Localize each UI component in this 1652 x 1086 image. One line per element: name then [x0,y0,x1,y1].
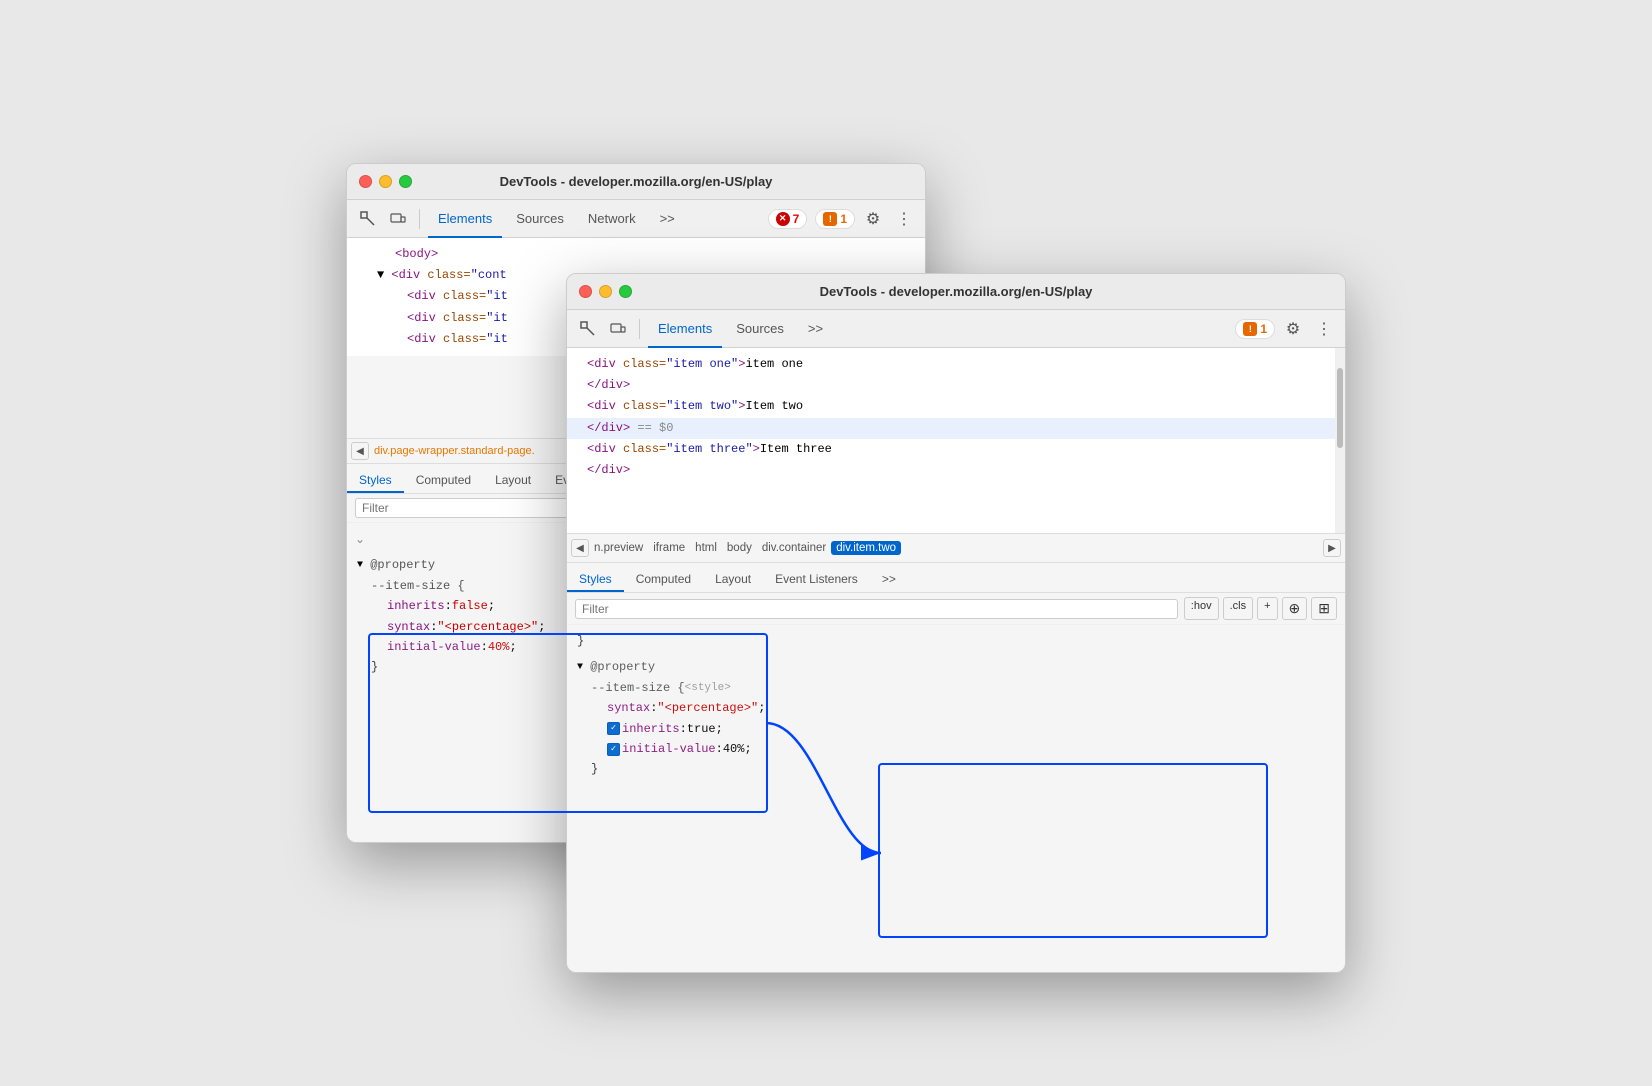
window-title-front: DevTools - developer.mozilla.org/en-US/p… [820,284,1093,299]
computed-style-btn[interactable]: ⊕ [1282,597,1308,620]
tab-event-listeners-front[interactable]: Event Listeners [763,568,870,592]
dom-tree-front: <div class="item one">item one </div> <d… [567,348,1345,533]
tab-styles-front[interactable]: Styles [567,568,624,592]
tab-network-back[interactable]: Network [578,207,646,230]
filter-input-front[interactable] [575,599,1178,619]
tab-more-front-panel[interactable]: >> [870,568,908,592]
tab-more-front[interactable]: >> [798,317,833,340]
breadcrumb-iframe[interactable]: iframe [648,542,690,554]
tab-styles-back[interactable]: Styles [347,469,404,493]
dom-line-body[interactable]: <body> [347,244,925,265]
maximize-button-front[interactable] [619,285,632,298]
toolbar-sep-front [639,319,640,339]
traffic-lights-front [579,285,632,298]
tab-computed-back[interactable]: Computed [404,469,483,493]
breadcrumb-prev-back[interactable]: ◀ [351,442,369,460]
devtools-toolbar-back: Elements Sources Network >> ✕ 7 ! 1 ⚙ ⋮ [347,200,925,238]
tab-more-back[interactable]: >> [650,207,685,230]
panel-tabs-front: Styles Computed Layout Event Listeners >… [567,563,1345,593]
tab-sources-back[interactable]: Sources [506,207,574,230]
dom-scrollbar-front[interactable] [1335,348,1345,533]
css-at-rule-front: ▼ @property [575,657,1337,677]
css-close-front: } [575,759,1337,779]
breadcrumb-front: ◀ n.preview iframe html body div.contain… [567,533,1345,563]
traffic-lights-back [359,175,412,188]
devtools-toolbar-front: Elements Sources >> ! 1 ⚙ ⋮ [567,310,1345,348]
breadcrumb-html[interactable]: html [690,542,722,554]
close-button-back[interactable] [359,175,372,188]
responsive-icon-front[interactable] [605,316,631,342]
css-prop-inherits-front: ✓ inherits: true; [575,719,1337,739]
tab-layout-back[interactable]: Layout [483,469,543,493]
css-selector-front: --item-size { <style> [575,678,1337,698]
dom-line-item-three[interactable]: <div class="item three">Item three [567,439,1345,460]
minimize-button-front[interactable] [599,285,612,298]
css-prop-syntax-front: syntax: "<percentage>"; [575,698,1337,718]
tab-layout-front[interactable]: Layout [703,568,763,592]
title-bar-front: DevTools - developer.mozilla.org/en-US/p… [567,274,1345,310]
breadcrumb-container[interactable]: div.container [757,542,831,554]
more-options-back[interactable]: ⋮ [891,206,917,232]
window-title-back: DevTools - developer.mozilla.org/en-US/p… [500,174,773,189]
devtools-window-front: DevTools - developer.mozilla.org/en-US/p… [566,273,1346,973]
css-closing-brace-front: } [575,631,1337,651]
tab-elements-back[interactable]: Elements [428,207,502,230]
tab-sources-front[interactable]: Sources [726,317,794,340]
warn-icon-front: ! [1243,322,1257,336]
warn-badge-back: ! 1 [815,209,855,229]
maximize-button-back[interactable] [399,175,412,188]
inspector-icon-front[interactable] [575,316,601,342]
css-content-front: } ▼ @property --item-size { <style> synt… [567,625,1345,786]
warn-icon-back: ! [823,212,837,226]
breadcrumb-item-two[interactable]: div.item.two [831,541,901,555]
breadcrumb-body[interactable]: body [722,542,757,554]
grid-btn[interactable]: ⊞ [1311,597,1337,620]
scene: DevTools - developer.mozilla.org/en-US/p… [326,143,1326,943]
scrollbar-thumb-front[interactable] [1337,368,1343,448]
breadcrumb-next-front[interactable]: ▶ [1323,539,1341,557]
filter-tools-front: :hov .cls + ⊕ ⊞ [1184,597,1337,620]
settings-button-back[interactable]: ⚙ [859,205,887,233]
responsive-icon[interactable] [385,206,411,232]
add-rule-button[interactable]: + [1257,597,1277,620]
breadcrumb-path-back[interactable]: div.page-wrapper.standard-page. [369,445,540,457]
dom-line-close-div2[interactable]: </div> == $0 [567,418,1345,439]
filter-bar-front: :hov .cls + ⊕ ⊞ [567,593,1345,625]
tab-elements-front[interactable]: Elements [648,317,722,340]
css-prop-initial-front: ✓ initial-value: 40%; [575,739,1337,759]
toolbar-separator-1 [419,209,420,229]
dom-line-close-div3[interactable]: </div> [567,460,1345,481]
dom-line-close-div1[interactable]: </div> [567,375,1345,396]
dom-content-front: <div class="item one">item one </div> <d… [567,348,1345,533]
dom-line-item-one[interactable]: <div class="item one">item one [567,354,1345,375]
inspector-icon[interactable] [355,206,381,232]
error-icon-back: ✕ [776,212,790,226]
close-button-front[interactable] [579,285,592,298]
source-tag-front: <style> [685,679,731,698]
checkbox-initial[interactable]: ✓ [607,743,620,756]
cls-button[interactable]: .cls [1223,597,1254,620]
settings-button-front[interactable]: ⚙ [1279,315,1307,343]
breadcrumb-n-preview[interactable]: n.preview [589,542,648,554]
dom-line-item-two[interactable]: <div class="item two">Item two [567,396,1345,417]
minimize-button-back[interactable] [379,175,392,188]
more-options-front[interactable]: ⋮ [1311,316,1337,342]
warn-badge-front: ! 1 [1235,319,1275,339]
title-bar-back: DevTools - developer.mozilla.org/en-US/p… [347,164,925,200]
breadcrumb-prev-front[interactable]: ◀ [571,539,589,557]
error-badge-back: ✕ 7 [768,209,808,229]
checkbox-inherits[interactable]: ✓ [607,722,620,735]
tab-computed-front[interactable]: Computed [624,568,703,592]
hov-button[interactable]: :hov [1184,597,1219,620]
